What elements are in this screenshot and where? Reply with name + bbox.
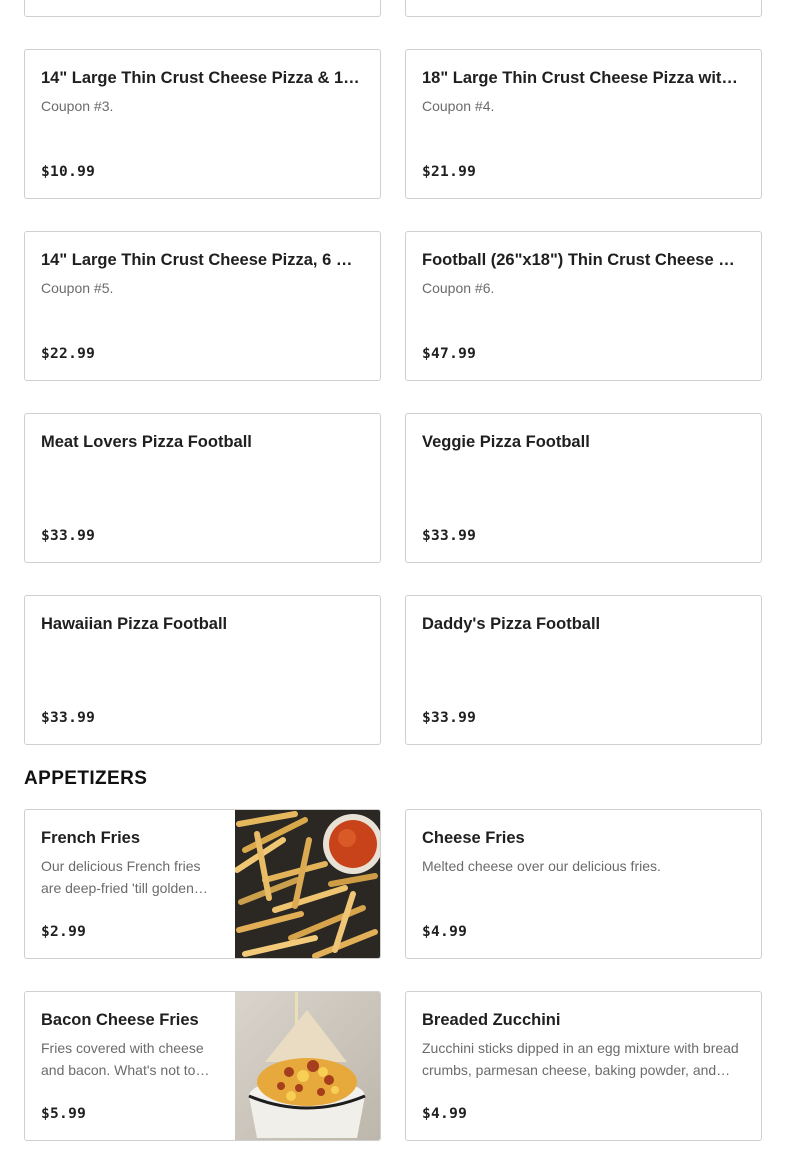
appetizer-card[interactable]: Bacon Cheese Fries Fries covered with ch…: [24, 991, 381, 1141]
item-description: Coupon #3.: [41, 98, 114, 114]
menu-item-card[interactable]: Daddy's Pizza Football $33.99: [405, 595, 762, 745]
item-title: Cheese Fries: [422, 829, 525, 847]
item-title: 14" Large Thin Crust Cheese Pizza & 1 Li…: [41, 69, 364, 87]
item-title: Breaded Zucchini: [422, 1011, 561, 1029]
item-description: Melted cheese over our delicious fries.: [422, 858, 661, 874]
item-description: Our delicious French fries are deep-frie…: [41, 858, 201, 896]
item-title: Daddy's Pizza Football: [422, 615, 601, 633]
appetizer-card[interactable]: Breaded Zucchini Zucchini sticks dipped …: [405, 991, 762, 1141]
item-description: Coupon #5.: [41, 280, 114, 296]
menu-item-card[interactable]: 14" Large Thin Crust Cheese Pizza, 6 Hot…: [24, 231, 381, 381]
item-price: $21.99: [422, 164, 477, 180]
item-description: Fries covered with cheese and bacon. Wha…: [41, 1040, 204, 1078]
menu-item-card-partial-left[interactable]: [24, 0, 381, 17]
item-title: Football (26"x18") Thin Crust Cheese Piz…: [422, 251, 745, 269]
item-price: $33.99: [41, 528, 96, 544]
item-price: $2.99: [41, 924, 87, 940]
bacon-cheese-fries-photo: [235, 992, 380, 1140]
item-price: $10.99: [41, 164, 96, 180]
item-price: $33.99: [422, 528, 477, 544]
item-title: 18" Large Thin Crust Cheese Pizza with T…: [422, 69, 745, 87]
appetizer-card[interactable]: French Fries Our delicious French fries …: [24, 809, 381, 959]
item-price: $33.99: [422, 710, 477, 726]
item-price: $4.99: [422, 924, 468, 940]
item-description: Zucchini sticks dipped in an egg mixture…: [422, 1040, 739, 1078]
item-description: Coupon #6.: [422, 280, 495, 296]
menu-item-card[interactable]: 18" Large Thin Crust Cheese Pizza with T…: [405, 49, 762, 199]
item-description: Coupon #4.: [422, 98, 495, 114]
appetizer-card[interactable]: Cheese Fries Melted cheese over our deli…: [405, 809, 762, 959]
item-price: $4.99: [422, 1106, 468, 1122]
menu-item-card[interactable]: Football (26"x18") Thin Crust Cheese Piz…: [405, 231, 762, 381]
item-title: Bacon Cheese Fries: [41, 1011, 199, 1029]
item-title: 14" Large Thin Crust Cheese Pizza, 6 Hot…: [41, 251, 364, 269]
item-title: French Fries: [41, 829, 141, 847]
section-heading-appetizers: APPETIZERS: [24, 768, 148, 789]
menu-item-card[interactable]: Hawaiian Pizza Football $33.99: [24, 595, 381, 745]
french-fries-photo: [235, 810, 380, 958]
item-title: Meat Lovers Pizza Football: [41, 433, 252, 451]
menu-item-card[interactable]: Meat Lovers Pizza Football $33.99: [24, 413, 381, 563]
menu-item-card-partial-right[interactable]: [405, 0, 762, 17]
item-price: $5.99: [41, 1106, 87, 1122]
item-price: $22.99: [41, 346, 96, 362]
item-price: $33.99: [41, 710, 96, 726]
menu-item-card[interactable]: 14" Large Thin Crust Cheese Pizza & 1 Li…: [24, 49, 381, 199]
item-title: Veggie Pizza Football: [422, 433, 590, 451]
item-title: Hawaiian Pizza Football: [41, 615, 228, 633]
menu-item-card[interactable]: Veggie Pizza Football $33.99: [405, 413, 762, 563]
item-price: $47.99: [422, 346, 477, 362]
